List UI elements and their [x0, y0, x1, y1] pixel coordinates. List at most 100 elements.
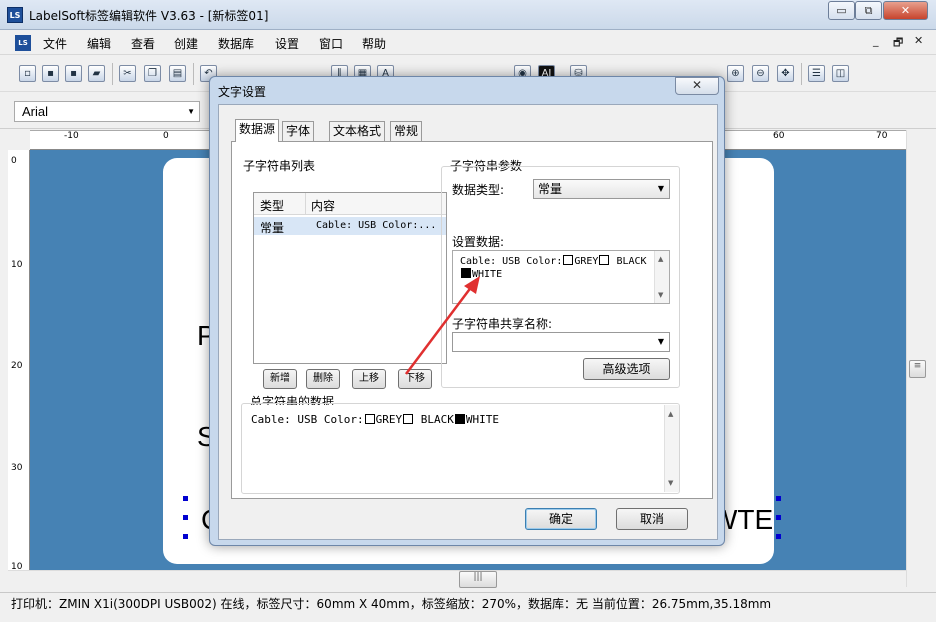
scroll-down-icon[interactable]: ▼: [658, 291, 663, 299]
ok-button[interactable]: 确定: [525, 508, 597, 530]
ruler-label: 20: [11, 361, 23, 371]
tab-font[interactable]: 字体: [282, 121, 315, 141]
mdi-restore-button[interactable]: 🗗: [893, 34, 903, 53]
total-string-textarea[interactable]: Cable: USB Color: GREY BLACK WHITE ▲ ▼: [243, 405, 679, 492]
font-value: Arial: [22, 104, 49, 119]
list-item-content: Cable: USB Color:...: [316, 220, 437, 231]
move-up-button[interactable]: 上移: [352, 369, 386, 389]
set-data-part: GREY: [574, 256, 599, 267]
minimize-button[interactable]: ▭: [828, 1, 855, 20]
menu-database[interactable]: 数据库: [218, 35, 254, 52]
vertical-scrollbar[interactable]: ≡: [906, 130, 928, 587]
white-square-icon: [364, 414, 375, 424]
menu-help[interactable]: 帮助: [362, 35, 386, 52]
title-bar: LS LabelSoft标签编辑软件 V3.63 - [新标签01] ▭ ⧉ ✕: [0, 0, 936, 30]
selection-handle[interactable]: [183, 496, 188, 501]
total-part: GREY: [375, 413, 403, 426]
cancel-button[interactable]: 取消: [616, 508, 688, 530]
menu-file[interactable]: 文件: [43, 35, 67, 52]
white-square-icon: [563, 255, 574, 265]
textarea-scrollbar[interactable]: ▲ ▼: [664, 405, 679, 492]
columns-icon[interactable]: ◫: [832, 65, 849, 82]
total-part: WHITE: [465, 413, 499, 426]
set-data-part: Cable: USB Color:: [460, 256, 563, 267]
add-button[interactable]: 新增: [263, 369, 297, 389]
list-header: 类型 内容: [254, 193, 446, 215]
scroll-thumb[interactable]: |||: [459, 571, 497, 588]
selection-handle[interactable]: [183, 534, 188, 539]
tab-text-format[interactable]: 文本格式: [329, 121, 386, 141]
tab-datasource[interactable]: 数据源: [235, 119, 280, 142]
close-button[interactable]: ✕: [883, 1, 928, 20]
menu-bar: LS 文件 编辑 查看 创建 数据库 设置 窗口 帮助 _ 🗗 ✕: [0, 31, 936, 55]
ruler-label: -10: [64, 131, 79, 141]
mdi-minimize-button[interactable]: _: [873, 34, 879, 47]
column-header-type[interactable]: 类型: [260, 197, 284, 214]
chevron-down-icon: ▼: [657, 184, 664, 193]
scroll-up-icon[interactable]: ▲: [658, 255, 663, 263]
textarea-scrollbar[interactable]: ▲ ▼: [654, 251, 669, 303]
zoom-out-icon[interactable]: ⊖: [752, 65, 769, 82]
data-type-select[interactable]: 常量 ▼: [533, 179, 670, 199]
ruler-label: 0: [11, 156, 17, 166]
selection-handle[interactable]: [776, 515, 781, 520]
open-icon[interactable]: ▪: [42, 65, 59, 82]
window-title: LabelSoft标签编辑软件 V3.63 - [新标签01]: [29, 9, 269, 23]
set-data-label: 设置数据:: [452, 235, 505, 249]
toolbar-separator: [801, 63, 802, 85]
align-icon[interactable]: ☰: [808, 65, 825, 82]
menu-window[interactable]: 窗口: [319, 35, 343, 52]
set-data-part: BLACK: [610, 256, 647, 267]
total-part: BLACK: [414, 413, 454, 426]
selection-handle[interactable]: [776, 496, 781, 501]
chevron-down-icon: ▼: [187, 107, 195, 116]
saveas-icon[interactable]: ▰: [88, 65, 105, 82]
scroll-thumb[interactable]: ≡: [909, 360, 926, 378]
ruler-label: 60: [773, 131, 785, 141]
menu-view[interactable]: 查看: [131, 35, 155, 52]
chevron-down-icon: ▼: [657, 337, 664, 346]
scroll-down-icon[interactable]: ▼: [668, 479, 673, 487]
selection-handle[interactable]: [183, 515, 188, 520]
toolbar-separator: [193, 63, 194, 85]
scroll-up-icon[interactable]: ▲: [668, 410, 673, 418]
new-icon[interactable]: ▫: [19, 65, 36, 82]
maximize-button[interactable]: ⧉: [855, 1, 882, 20]
paste-icon[interactable]: ▤: [169, 65, 186, 82]
total-part: Cable: USB Color:: [251, 413, 364, 426]
font-select[interactable]: Arial ▼: [14, 101, 200, 122]
cut-icon[interactable]: ✂: [119, 65, 136, 82]
dialog-close-button[interactable]: ✕: [675, 77, 719, 95]
tab-general[interactable]: 常规: [390, 121, 423, 141]
doc-icon[interactable]: LS: [15, 35, 31, 51]
list-item[interactable]: 常量 Cable: USB Color:...: [254, 217, 446, 235]
copy-icon[interactable]: ❐: [144, 65, 161, 82]
data-type-value: 常量: [538, 182, 563, 196]
menu-create[interactable]: 创建: [174, 35, 198, 52]
white-square-icon: [599, 255, 610, 265]
zoom-in-icon[interactable]: ⊕: [727, 65, 744, 82]
annotation-arrow-icon: [405, 276, 480, 375]
menu-edit[interactable]: 编辑: [87, 35, 111, 52]
advanced-options-button[interactable]: 高级选项: [583, 358, 670, 380]
total-string-text: Cable: USB Color: GREY BLACK WHITE: [251, 414, 499, 426]
mdi-close-button[interactable]: ✕: [914, 34, 923, 47]
tab-panel: 子字符串列表 类型 内容 常量 Cable: USB Color:... 新增 …: [231, 141, 713, 499]
list-item-type: 常量: [260, 221, 285, 235]
horizontal-scrollbar[interactable]: |||: [8, 570, 906, 588]
delete-button[interactable]: 删除: [306, 369, 340, 389]
dialog-title: 文字设置: [218, 85, 267, 99]
fit-icon[interactable]: ✥: [777, 65, 794, 82]
ruler-label: 70: [876, 131, 888, 141]
data-type-label: 数据类型:: [452, 183, 505, 197]
ruler-label: 30: [11, 463, 23, 473]
text-settings-dialog: 文字设置 ✕ 数据源 字体 文本格式 常规 子字符串列表 类型 内容 常量 Ca…: [209, 76, 725, 546]
selection-handle[interactable]: [776, 534, 781, 539]
column-header-content[interactable]: 内容: [311, 197, 335, 214]
menu-settings[interactable]: 设置: [275, 35, 299, 52]
black-square-icon: [454, 414, 465, 424]
vertical-ruler: 0 10 20 30 10: [8, 150, 30, 572]
status-bar: 打印机：ZMIN X1i(300DPI USB002) 在线，标签尺寸：60mm…: [0, 592, 936, 622]
save-icon[interactable]: ▪: [65, 65, 82, 82]
substring-list-title: 子字符串列表: [243, 159, 316, 173]
